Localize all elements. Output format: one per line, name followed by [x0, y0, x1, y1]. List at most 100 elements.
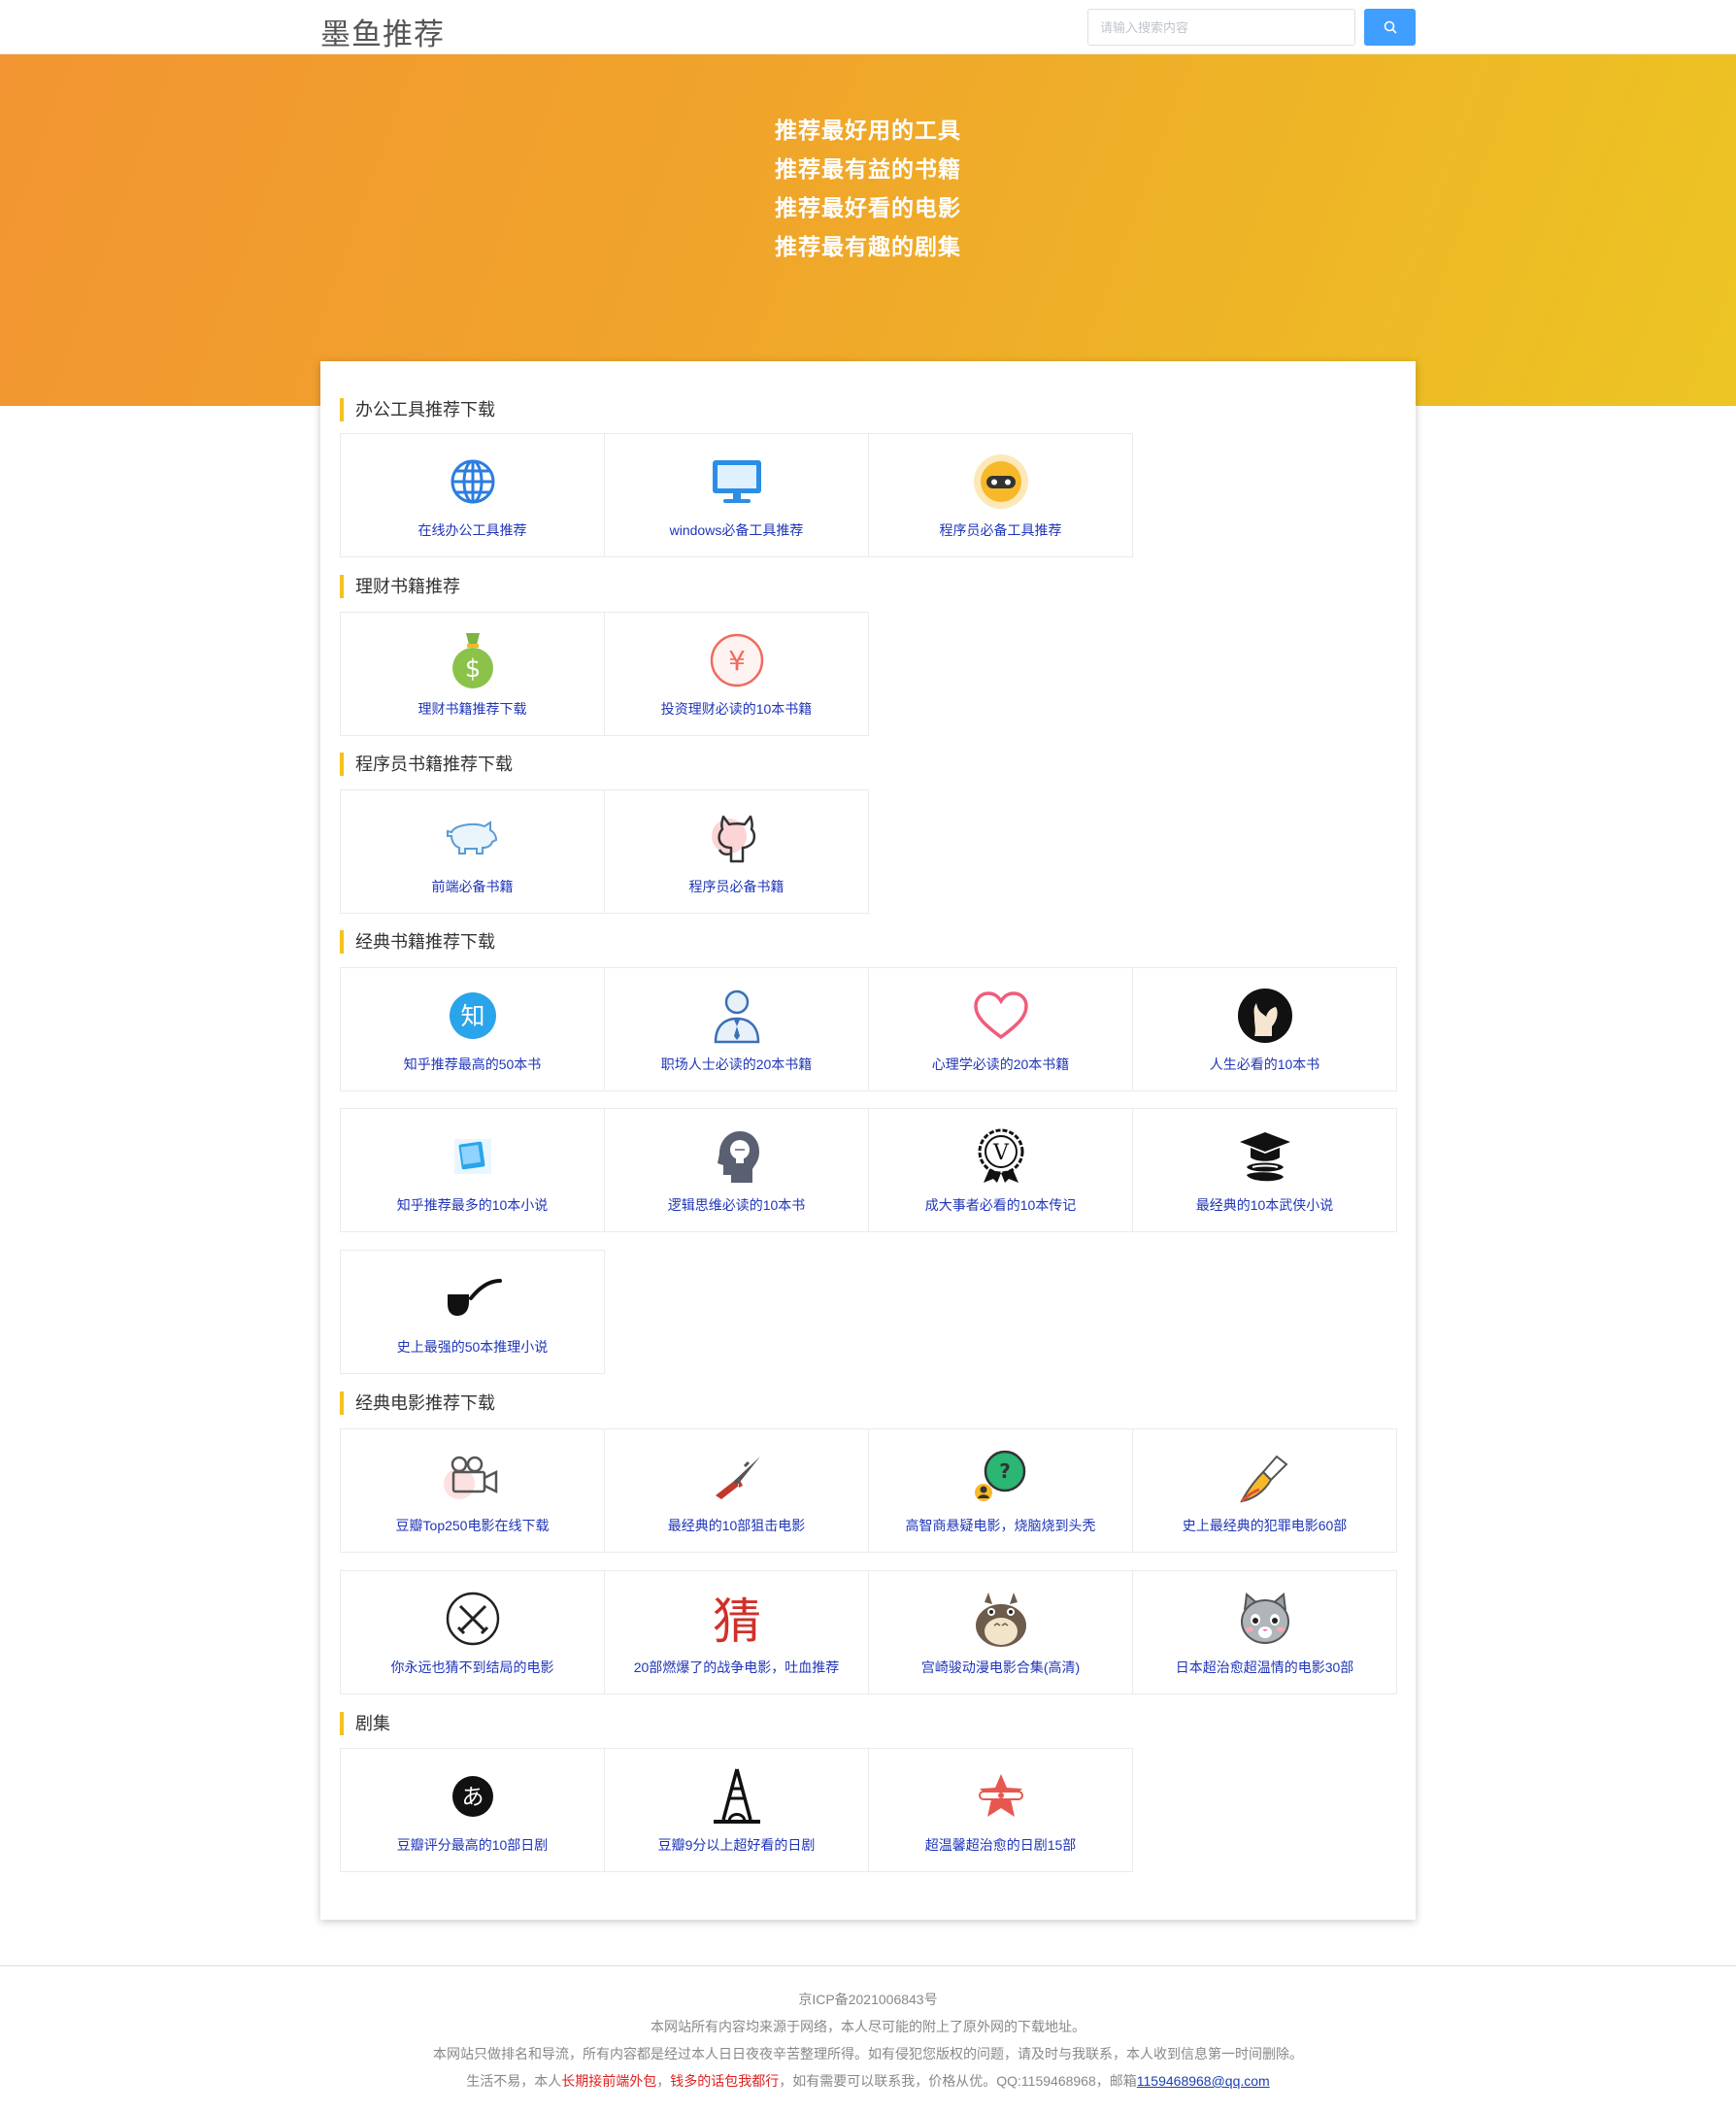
header: 墨鱼推荐	[0, 0, 1736, 54]
tile-programmer-tools[interactable]: 程序员必备工具推荐	[868, 433, 1133, 557]
tile-finance-books[interactable]: $ 理财书籍推荐下载	[340, 612, 605, 736]
guess-glyph: 猜	[713, 1593, 761, 1648]
site-logo[interactable]: 墨鱼推荐	[320, 10, 445, 53]
tile-high-rated-dramas[interactable]: 豆瓣9分以上超好看的日剧	[604, 1748, 869, 1872]
section-title-finance-books: 理财书籍推荐	[340, 575, 460, 598]
tile-mystery-novels[interactable]: 史上最强的50本推理小说	[340, 1250, 605, 1374]
slogan-list: 推荐最好用的工具 推荐最有益的书籍 推荐最好看的电影 推荐最有趣的剧集	[0, 111, 1736, 266]
tile-workplace-books[interactable]: 职场人士必读的20本书籍	[604, 967, 869, 1091]
section-title-tv-series: 剧集	[340, 1712, 390, 1735]
tile-label: 前端必备书籍	[431, 879, 514, 894]
search-button[interactable]	[1364, 9, 1416, 46]
tile-healing-movies[interactable]: 日本超治愈超温情的电影30部	[1132, 1570, 1397, 1694]
tile-label: 知乎推荐最多的10本小说	[396, 1197, 549, 1213]
footer-highlight-outsourcing: 长期接前端外包	[561, 2073, 657, 2089]
tile-twist-ending-movies[interactable]: 你永远也猜不到结局的电影	[340, 1570, 605, 1694]
tile-label: 宫崎骏动漫电影合集(高清)	[920, 1659, 1081, 1675]
footer-source-note: 本网站所有内容均来源于网络，本人尽可能的附上了原外网的下载地址。	[651, 2019, 1085, 2034]
monitor-icon	[605, 452, 868, 512]
tile-label: windows必备工具推荐	[669, 522, 804, 538]
zhihu-icon: 知	[341, 986, 604, 1046]
tile-label: 20部燃爆了的战争电影，吐血推荐	[633, 1659, 840, 1675]
tile-zhihu-top-books[interactable]: 知 知乎推荐最高的50本书	[340, 967, 605, 1091]
slogan-books: 推荐最有益的书籍	[775, 156, 961, 182]
tile-label: 史上最强的50本推理小说	[396, 1339, 549, 1355]
yen-coin-icon: ¥	[605, 630, 868, 690]
hero-banner: 推荐最好用的工具 推荐最有益的书籍 推荐最好看的电影 推荐最有趣的剧集	[0, 54, 1736, 406]
tile-label: 最经典的10部狙击电影	[667, 1518, 806, 1533]
section-title-classic-movies: 经典电影推荐下载	[340, 1391, 495, 1415]
tile-label: 豆瓣Top250电影在线下载	[395, 1518, 550, 1533]
tile-label: 理财书籍推荐下载	[417, 701, 527, 717]
tile-zhihu-novels[interactable]: 知乎推荐最多的10本小说	[340, 1108, 605, 1232]
tile-biography-books[interactable]: V 成大事者必看的10本传记	[868, 1108, 1133, 1232]
tile-label: 你永远也猜不到结局的电影	[390, 1659, 554, 1675]
footer-contact-prefix: 生活不易，本人	[466, 2073, 562, 2089]
slogan-tools: 推荐最好用的工具	[775, 117, 961, 143]
tile-programmer-books[interactable]: 程序员必备书籍	[604, 789, 869, 914]
portrait-icon	[1133, 986, 1396, 1046]
tile-logic-books[interactable]: 逻辑思维必读的10本书	[604, 1108, 869, 1232]
tile-healing-dramas[interactable]: 超温馨超治愈的日剧15部	[868, 1748, 1133, 1872]
content-card: 办公工具推荐下载 在线办公工具推荐 windows必备工具推荐 程序员必备工具推…	[320, 361, 1416, 1920]
tile-label: 逻辑思维必读的10本书	[667, 1197, 806, 1213]
totoro-icon	[869, 1589, 1132, 1649]
section-title-classic-books: 经典书籍推荐下载	[340, 930, 495, 954]
tile-frontend-books[interactable]: 前端必备书籍	[340, 789, 605, 914]
tile-life-books[interactable]: 人生必看的10本书	[1132, 967, 1397, 1091]
slogan-series: 推荐最有趣的剧集	[775, 234, 961, 259]
tile-top-japanese-dramas[interactable]: あ 豆瓣评分最高的10部日剧	[340, 1748, 605, 1872]
globe-icon	[341, 452, 604, 512]
tile-label: 豆瓣评分最高的10部日剧	[396, 1837, 549, 1853]
svg-text:$: $	[464, 654, 481, 684]
hiragana-a-icon: あ	[341, 1766, 604, 1827]
cat-icon	[1133, 1589, 1396, 1649]
footer-highlight-budget: 钱多的话包我都行	[670, 2073, 780, 2089]
hiragana-glyph: あ	[461, 1785, 484, 1810]
star-badge-icon	[869, 1766, 1132, 1827]
tile-label: 职场人士必读的20本书籍	[660, 1056, 813, 1072]
tile-label: 人生必看的10本书	[1209, 1056, 1320, 1072]
footer-email-link[interactable]: 1159468968@qq.com	[1137, 2073, 1270, 2089]
v-badge-icon: V	[869, 1126, 1132, 1187]
search-input[interactable]	[1087, 9, 1355, 46]
movie-camera-icon	[341, 1447, 604, 1507]
tile-label: 史上最经典的犯罪电影60部	[1182, 1518, 1348, 1533]
tile-label: 程序员必备工具推荐	[939, 522, 1062, 538]
pipe-icon	[341, 1268, 604, 1328]
head-bulb-icon	[605, 1126, 868, 1187]
zhihu-glyph: 知	[460, 1002, 484, 1030]
tile-label: 豆瓣9分以上超好看的日剧	[657, 1837, 816, 1853]
tile-douban-top250[interactable]: 豆瓣Top250电影在线下载	[340, 1428, 605, 1553]
github-cat-icon	[605, 808, 868, 868]
tile-online-office-tools[interactable]: 在线办公工具推荐	[340, 433, 605, 557]
footer: 京ICP备2021006843号 本网站所有内容均来源于网络，本人尽可能的附上了…	[0, 1965, 1736, 2112]
section-title-programmer-books: 程序员书籍推荐下载	[340, 753, 513, 776]
tile-label: 超温馨超治愈的日剧15部	[924, 1837, 1077, 1853]
footer-comma: ，	[656, 2073, 671, 2089]
footer-contact-info: ，如有需要可以联系我，价格从优。QQ:1159468968，邮箱	[779, 2073, 1137, 2089]
question-glyph: ?	[999, 1459, 1011, 1483]
money-bag-icon: $	[341, 630, 604, 690]
v-glyph: V	[992, 1141, 1010, 1165]
coder-face-icon	[869, 452, 1132, 512]
pig-icon	[341, 808, 604, 868]
slogan-movies: 推荐最好看的电影	[775, 195, 961, 220]
tile-investment-books[interactable]: ¥ 投资理财必读的10本书籍	[604, 612, 869, 736]
guess-char-icon: 猜	[605, 1589, 868, 1649]
section-title-office-tools: 办公工具推荐下载	[340, 398, 495, 421]
tile-windows-tools[interactable]: windows必备工具推荐	[604, 433, 869, 557]
tile-miyazaki-movies[interactable]: 宫崎骏动漫电影合集(高清)	[868, 1570, 1133, 1694]
tile-label: 心理学必读的20本书籍	[931, 1056, 1070, 1072]
tile-psychology-books[interactable]: 心理学必读的20本书籍	[868, 967, 1133, 1091]
tile-wuxia-novels[interactable]: 最经典的10本武侠小说	[1132, 1108, 1397, 1232]
graduate-icon	[1133, 1126, 1396, 1187]
tile-crime-movies[interactable]: 史上最经典的犯罪电影60部	[1132, 1428, 1397, 1553]
tile-war-movies[interactable]: 猜 20部燃爆了的战争电影，吐血推荐	[604, 1570, 869, 1694]
icp-record[interactable]: 京ICP备2021006843号	[0, 1986, 1736, 2013]
knife-icon	[1133, 1447, 1396, 1507]
tile-label: 高智商悬疑电影，烧脑烧到头秃	[905, 1518, 1096, 1533]
tile-label: 程序员必备书籍	[688, 879, 785, 894]
tile-sniper-movies[interactable]: 最经典的10部狙击电影	[604, 1428, 869, 1553]
tile-suspense-movies[interactable]: ? 高智商悬疑电影，烧脑烧到头秃	[868, 1428, 1133, 1553]
